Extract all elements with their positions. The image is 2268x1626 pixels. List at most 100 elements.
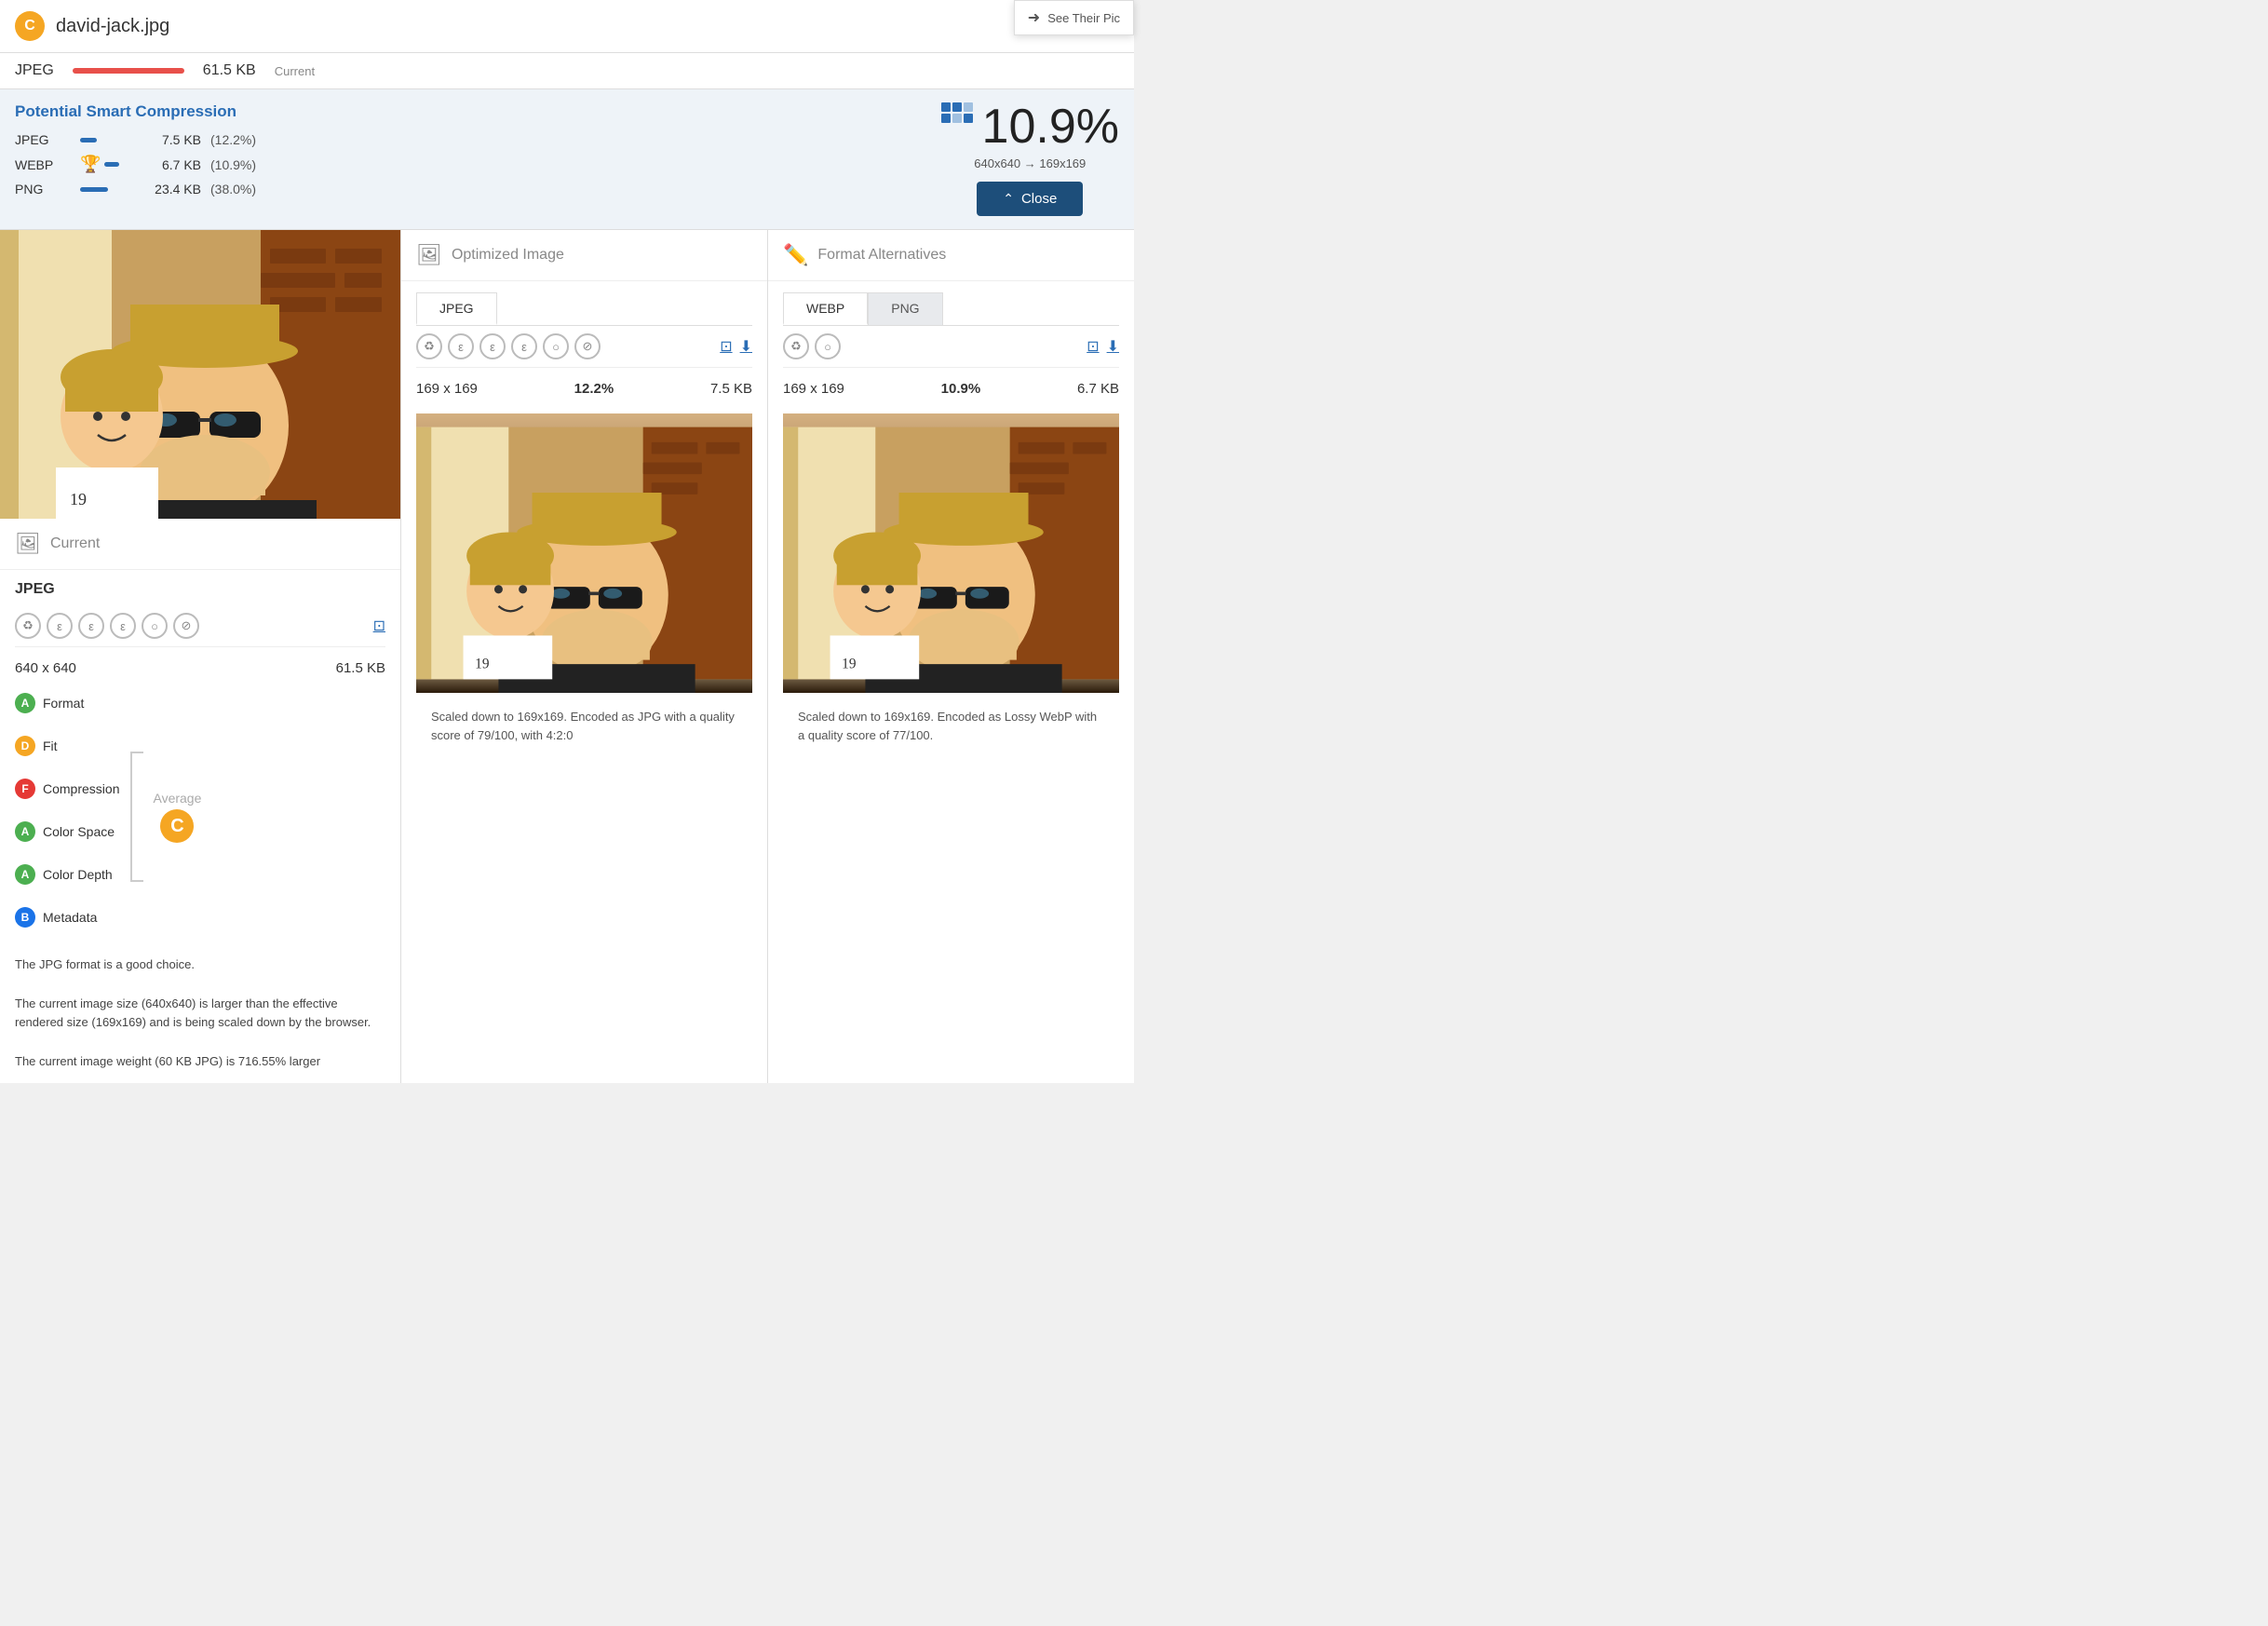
icon-e3: ε bbox=[110, 613, 136, 639]
current-photo: 19 bbox=[0, 230, 400, 519]
icon-recycle2: ♻ bbox=[416, 333, 442, 359]
smart-png-bar-wrapper bbox=[80, 187, 136, 192]
alternatives-icon: ✏️ bbox=[783, 243, 808, 267]
smart-title: Potential Smart Compression bbox=[15, 102, 913, 121]
grade-badge-format: A bbox=[15, 693, 35, 713]
icon-e5: ε bbox=[479, 333, 506, 359]
grade-badge-colordepth: A bbox=[15, 864, 35, 885]
icon-recycle3: ♻ bbox=[783, 333, 809, 359]
optimized-icon-row: ♻ ε ε ε ○ ⊘ ⊡ ⬇ bbox=[416, 326, 752, 368]
svg-text:19: 19 bbox=[70, 490, 87, 508]
smart-right: 10.9% 640x640 → 169x169 ⌃ Close bbox=[941, 102, 1119, 216]
grade-badge-colorspace: A bbox=[15, 821, 35, 842]
trophy-icon: 🏆 bbox=[80, 155, 101, 174]
download-link-optimized[interactable]: ⬇ bbox=[740, 337, 752, 356]
icon-e4: ε bbox=[448, 333, 474, 359]
smart-row-jpeg: JPEG 7.5 KB (12.2%) bbox=[15, 132, 913, 147]
smart-webp-bar bbox=[104, 162, 119, 167]
download-link-alt[interactable]: ⬇ bbox=[1107, 337, 1119, 356]
grade-items: A Format D Fit F Compression A Color Spa… bbox=[15, 693, 119, 941]
icon-recycle: ♻ bbox=[15, 613, 41, 639]
icon-e2: ε bbox=[78, 613, 104, 639]
size-label: 61.5 KB bbox=[203, 62, 256, 79]
smart-row-png: PNG 23.4 KB (38.0%) bbox=[15, 182, 913, 196]
best-pct-label: 10.9% bbox=[982, 102, 1119, 151]
icon-no2: ⊘ bbox=[574, 333, 601, 359]
svg-text:19: 19 bbox=[475, 657, 490, 672]
grade-badge-metadata: B bbox=[15, 907, 35, 928]
grade-colordepth: A Color Depth bbox=[15, 864, 119, 885]
grade-label-metadata: Metadata bbox=[43, 910, 97, 925]
close-button[interactable]: ⌃ Close bbox=[977, 182, 1083, 216]
smart-webp-pct: (10.9%) bbox=[210, 157, 266, 172]
alternatives-dims: 169 x 169 bbox=[783, 381, 844, 397]
optimized-dims: 169 x 169 bbox=[416, 381, 478, 397]
optimized-photo: 19 bbox=[416, 413, 752, 693]
desc-p3: The current image weight (60 KB JPG) is … bbox=[15, 1052, 385, 1072]
desc-p1: The JPG format is a good choice. bbox=[15, 955, 385, 975]
optimized-pct: 12.2% bbox=[574, 381, 614, 397]
grid-icon bbox=[941, 102, 973, 123]
format-label: JPEG bbox=[15, 62, 54, 79]
col-alternatives: ✏️ Format Alternatives WEBP PNG ♻ ○ ⊡ ⬇ … bbox=[768, 230, 1134, 1083]
grade-format: A Format bbox=[15, 693, 119, 713]
smart-jpeg-pct: (12.2%) bbox=[210, 132, 266, 147]
smart-jpeg-bar-wrapper bbox=[80, 138, 136, 142]
alternatives-size: 6.7 KB bbox=[1077, 381, 1119, 397]
open-link-optimized[interactable]: ⊡ bbox=[720, 337, 732, 356]
smart-webp-bar-wrapper: 🏆 bbox=[80, 155, 136, 174]
smart-png-bar bbox=[80, 187, 108, 192]
current-image-svg: 19 bbox=[0, 230, 400, 519]
alternatives-pct: 10.9% bbox=[941, 381, 981, 397]
optimized-col-body: JPEG ♻ ε ε ε ○ ⊘ ⊡ ⬇ 169 x 169 12.2% 7.5… bbox=[401, 281, 767, 763]
desc-text: The JPG format is a good choice. The cur… bbox=[15, 955, 385, 1072]
grid-cell bbox=[952, 114, 962, 123]
grade-fit: D Fit bbox=[15, 736, 119, 756]
optimized-tab-row: JPEG bbox=[416, 292, 752, 326]
chevron-up-icon: ⌃ bbox=[1003, 191, 1014, 207]
current-dims: 640 x 640 bbox=[15, 660, 76, 676]
info-bar: JPEG 61.5 KB Current bbox=[0, 53, 1134, 89]
see-their-pic-button[interactable]: ➜ See Their Pic bbox=[1014, 0, 1134, 35]
arrow-right-icon: ➜ bbox=[1028, 8, 1040, 27]
grid-cell bbox=[964, 102, 973, 112]
alternatives-dims-row: 169 x 169 10.9% 6.7 KB bbox=[783, 375, 1119, 402]
grade-label-fit: Fit bbox=[43, 738, 58, 753]
open-link[interactable]: ⊡ bbox=[373, 617, 385, 635]
smart-png-label: PNG bbox=[15, 182, 71, 196]
smart-compression-panel: Potential Smart Compression JPEG 7.5 KB … bbox=[0, 89, 1134, 230]
size-bar bbox=[73, 68, 184, 74]
icon-circle3: ○ bbox=[815, 333, 841, 359]
grade-metadata: B Metadata bbox=[15, 907, 119, 928]
smart-jpeg-bar bbox=[80, 138, 97, 142]
desc-p2: The current image size (640x640) is larg… bbox=[15, 995, 385, 1034]
grid-cell bbox=[964, 114, 973, 123]
current-label: Current bbox=[50, 535, 100, 552]
smart-left: Potential Smart Compression JPEG 7.5 KB … bbox=[15, 102, 913, 204]
alternatives-label: Format Alternatives bbox=[817, 247, 946, 264]
alternatives-icon-row: ♻ ○ ⊡ ⬇ bbox=[783, 326, 1119, 368]
open-link-alt[interactable]: ⊡ bbox=[1087, 337, 1099, 356]
col-optimized: 🖼 Optimized Image JPEG ♻ ε ε ε ○ ⊘ ⊡ ⬇ bbox=[401, 230, 768, 1083]
alternatives-link-group: ⊡ ⬇ bbox=[1087, 337, 1119, 356]
tab-png[interactable]: PNG bbox=[868, 292, 942, 325]
current-format: JPEG bbox=[15, 581, 385, 598]
average-group: Average C bbox=[153, 791, 201, 843]
smart-row-webp: WEBP 🏆 6.7 KB (10.9%) bbox=[15, 155, 913, 174]
col-current: 19 🖼 Current JPEG ♻ ε ε ε ○ ⊘ ⊡ 640 x 64… bbox=[0, 230, 401, 1083]
icon-no: ⊘ bbox=[173, 613, 199, 639]
tab-webp[interactable]: WEBP bbox=[783, 292, 868, 325]
grade-label-colorspace: Color Space bbox=[43, 824, 115, 839]
smart-grid-top: 10.9% bbox=[941, 102, 1119, 151]
grade-label-format: Format bbox=[43, 696, 84, 711]
image-icon: 🖼 bbox=[15, 532, 41, 556]
optimized-link-group: ⊡ ⬇ bbox=[720, 337, 752, 356]
grid-cell bbox=[941, 102, 951, 112]
top-bar: C david-jack.jpg ➜ See Their Pic bbox=[0, 0, 1134, 53]
current-col-body: JPEG ♻ ε ε ε ○ ⊘ ⊡ 640 x 640 61.5 KB A F… bbox=[0, 570, 400, 1083]
grades-section: A Format D Fit F Compression A Color Spa… bbox=[15, 693, 385, 941]
icon-circle2: ○ bbox=[543, 333, 569, 359]
smart-png-size: 23.4 KB bbox=[145, 182, 201, 196]
grid-cell bbox=[941, 114, 951, 123]
tab-jpeg[interactable]: JPEG bbox=[416, 292, 497, 325]
